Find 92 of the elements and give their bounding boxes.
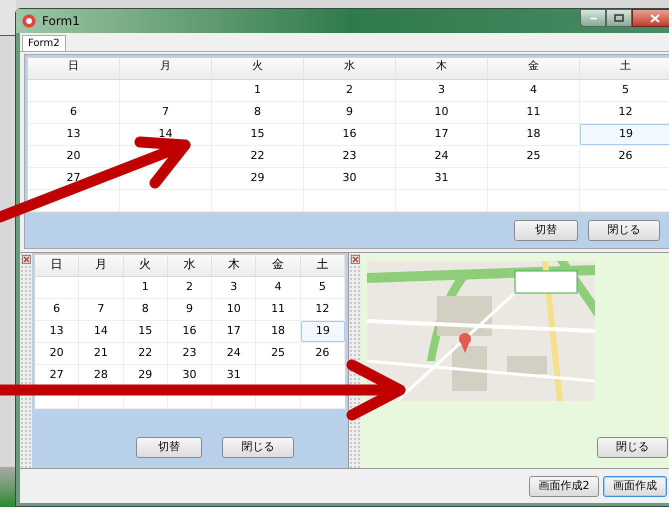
- restore-icon: [614, 14, 624, 22]
- day-cell[interactable]: 26: [300, 343, 345, 364]
- day-cell[interactable]: 12: [580, 102, 669, 123]
- day-cell[interactable]: 4: [488, 80, 580, 101]
- day-cell[interactable]: 20: [28, 146, 120, 167]
- day-cell[interactable]: 3: [212, 277, 256, 298]
- weekday-header: 水: [304, 58, 396, 79]
- window-title: Form1: [42, 13, 80, 30]
- day-cell[interactable]: 22: [212, 146, 304, 167]
- day-cell[interactable]: 15: [212, 124, 304, 145]
- taskbar: [0, 467, 16, 507]
- form-button[interactable]: 切替: [514, 220, 578, 241]
- day-cell[interactable]: 9: [304, 102, 396, 123]
- weekday-header: 月: [79, 255, 124, 276]
- day-cell[interactable]: 3: [396, 80, 488, 101]
- weekday-header: 金: [256, 255, 301, 276]
- day-cell[interactable]: 24: [396, 146, 488, 167]
- day-cell[interactable]: 1: [212, 80, 304, 101]
- day-cell[interactable]: 13: [28, 124, 120, 145]
- day-cell[interactable]: 11: [488, 102, 580, 123]
- day-cell[interactable]: 9: [168, 299, 212, 320]
- day-cell[interactable]: 12: [300, 299, 345, 320]
- weekday-header: 火: [212, 58, 304, 79]
- day-cell[interactable]: 22: [124, 343, 168, 364]
- day-cell[interactable]: 14: [120, 124, 212, 145]
- day-cell[interactable]: 20: [35, 343, 80, 364]
- day-cell[interactable]: 25: [256, 343, 301, 364]
- minimize-button[interactable]: [580, 9, 606, 27]
- day-cell[interactable]: 16: [168, 321, 212, 342]
- day-cell[interactable]: 11: [256, 299, 301, 320]
- weekday-header: 木: [212, 255, 256, 276]
- day-cell[interactable]: 19: [300, 321, 345, 342]
- day-cell[interactable]: 30: [304, 168, 396, 189]
- day-cell[interactable]: 23: [168, 343, 212, 364]
- day-cell[interactable]: 23: [304, 146, 396, 167]
- close-icon[interactable]: [350, 255, 360, 264]
- day-cell[interactable]: 27: [35, 365, 80, 386]
- day-cell[interactable]: 30: [168, 365, 212, 386]
- day-cell[interactable]: 27: [28, 168, 120, 189]
- day-cell[interactable]: 29: [212, 168, 304, 189]
- day-cell[interactable]: 4: [256, 277, 301, 298]
- day-cell[interactable]: 19: [580, 124, 669, 145]
- day-cell[interactable]: 8: [212, 102, 304, 123]
- day-cell[interactable]: 28: [79, 365, 124, 386]
- day-cell[interactable]: 7: [120, 102, 212, 123]
- day-cell[interactable]: 29: [124, 365, 168, 386]
- form-button[interactable]: 閉じる: [222, 437, 294, 458]
- day-cell[interactable]: 6: [35, 299, 80, 320]
- tab[interactable]: Form2: [22, 35, 66, 51]
- weekday-header: 日: [35, 255, 80, 276]
- day-cell[interactable]: 2: [168, 277, 212, 298]
- close-button[interactable]: [632, 9, 669, 27]
- form-button[interactable]: 切替: [136, 437, 202, 458]
- day-cell[interactable]: 31: [396, 168, 488, 189]
- weekday-header: 火: [124, 255, 168, 276]
- weekday-header: 水: [168, 255, 212, 276]
- day-cell[interactable]: 15: [124, 321, 168, 342]
- day-cell[interactable]: 5: [300, 277, 345, 298]
- day-cell[interactable]: 21: [79, 343, 124, 364]
- close-icon[interactable]: [22, 255, 30, 264]
- day-cell[interactable]: 14: [79, 321, 124, 342]
- day-cell[interactable]: 6: [28, 102, 120, 123]
- day-cell[interactable]: 17: [396, 124, 488, 145]
- day-cell[interactable]: 16: [304, 124, 396, 145]
- close-icon: [650, 14, 660, 22]
- weekday-header: 木: [396, 58, 488, 79]
- weekday-header: 月: [120, 58, 212, 79]
- day-cell[interactable]: 26: [580, 146, 669, 167]
- form-button[interactable]: 画面作成: [603, 476, 667, 496]
- day-cell[interactable]: 31: [212, 365, 256, 386]
- day-cell[interactable]: 10: [212, 299, 256, 320]
- day-cell[interactable]: 24: [212, 343, 256, 364]
- weekday-header: 土: [580, 58, 669, 79]
- day-cell[interactable]: 8: [124, 299, 168, 320]
- splitter-grip[interactable]: [20, 253, 32, 468]
- minimize-icon: [588, 16, 598, 20]
- day-cell[interactable]: 1: [124, 277, 168, 298]
- app-icon: [22, 14, 36, 28]
- form-button[interactable]: 画面作成2: [529, 476, 599, 496]
- day-cell[interactable]: 10: [396, 102, 488, 123]
- form-button[interactable]: 閉じる: [588, 220, 660, 241]
- day-cell[interactable]: 13: [35, 321, 80, 342]
- day-cell[interactable]: 7: [79, 299, 124, 320]
- weekday-header: 日: [28, 58, 120, 79]
- maximize-button[interactable]: [606, 9, 632, 27]
- form-button[interactable]: 閉じる: [597, 437, 668, 458]
- weekday-header: 土: [300, 255, 345, 276]
- day-cell[interactable]: 5: [580, 80, 669, 101]
- day-cell[interactable]: 25: [488, 146, 580, 167]
- weekday-header: 金: [488, 58, 580, 79]
- day-cell[interactable]: 2: [304, 80, 396, 101]
- day-cell[interactable]: 17: [212, 321, 256, 342]
